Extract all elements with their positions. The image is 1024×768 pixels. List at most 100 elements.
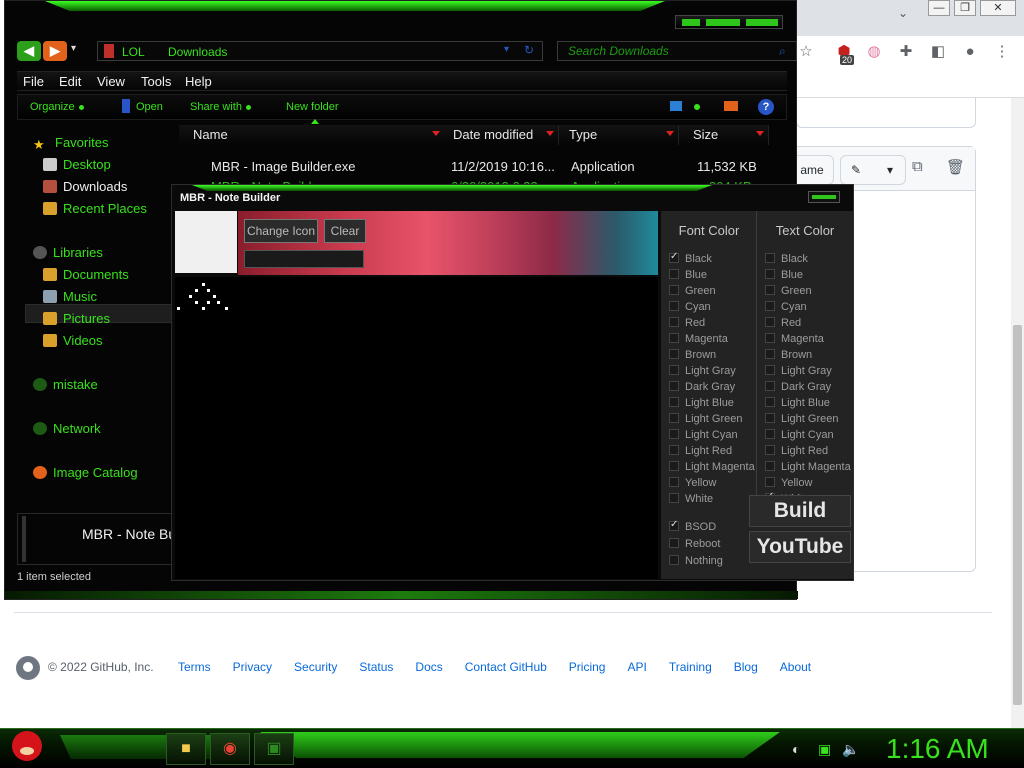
refresh-icon[interactable]: ↻ [524,43,534,57]
text-color-checkbox[interactable]: Yellow [765,477,812,491]
checkbox-box[interactable] [765,461,775,471]
column-filter-icon[interactable] [666,131,674,136]
option-nothing-checkbox[interactable]: Nothing [669,555,723,569]
text-color-checkbox[interactable]: Light Magenta [765,461,851,475]
checkbox-box[interactable] [669,269,679,279]
checkbox-box[interactable] [669,413,679,423]
font-color-checkbox[interactable]: Blue [669,269,707,283]
footer-link-contact[interactable]: Contact GitHub [465,660,547,674]
share-with-button[interactable]: Share with [190,101,251,113]
checkbox-box[interactable] [669,555,679,565]
view-icon[interactable] [670,101,682,111]
menu-icon[interactable]: ⋮ [992,42,1012,62]
puzzle-icon[interactable]: ✚ [896,42,916,62]
footer-link-pricing[interactable]: Pricing [569,660,606,674]
nav-documents[interactable]: Documents [43,267,129,287]
menu-edit[interactable]: Edit [59,74,81,89]
checkbox-box[interactable] [669,493,679,503]
copy-icon[interactable]: ⧉ [912,158,923,175]
nav-pictures[interactable]: Pictures [43,311,110,331]
column-size[interactable]: Size [679,125,769,145]
font-color-checkbox[interactable]: Light Red [669,445,732,459]
recent-pages-chevron-icon[interactable]: ▾ [71,43,76,54]
search-icon[interactable]: ⌕ [779,44,786,59]
back-button[interactable]: ◀ [17,41,41,61]
menu-view[interactable]: View [97,74,125,89]
column-filter-icon[interactable] [432,131,440,136]
checkbox-box[interactable] [765,365,775,375]
footer-link-security[interactable]: Security [294,660,337,674]
font-color-checkbox[interactable]: Magenta [669,333,728,347]
checkbox-box[interactable] [765,445,775,455]
checkbox-box[interactable] [669,477,679,487]
network-icon[interactable]: ▣ [818,741,831,758]
column-filter-icon[interactable] [756,131,764,136]
text-color-checkbox[interactable]: Black [765,253,808,267]
profile-icon[interactable]: ● [960,42,980,62]
checkbox-box[interactable] [765,253,775,263]
minimize-button[interactable]: — [928,0,950,16]
checkbox-box[interactable] [765,397,775,407]
nav-desktop[interactable]: Desktop [43,157,111,177]
address-dropdown-icon[interactable]: ▾ [504,44,509,55]
maximize-button[interactable] [706,19,740,26]
clear-button[interactable]: Clear [324,219,366,243]
option-bsod-checkbox[interactable]: BSOD [669,519,716,535]
footer-link-training[interactable]: Training [669,660,712,674]
nav-videos[interactable]: Videos [43,333,103,353]
flag-extension-icon[interactable]: ◍ [864,42,884,62]
nav-libraries[interactable]: Libraries [33,245,103,265]
clock[interactable]: 1:16 AM [886,733,989,765]
change-icon-button[interactable]: Change Icon [244,219,318,243]
checkbox-box[interactable] [765,301,775,311]
close-button[interactable] [746,19,778,26]
note-canvas[interactable] [175,277,658,579]
font-color-checkbox[interactable]: Green [669,285,716,299]
font-color-checkbox[interactable]: Black [669,251,712,267]
checkbox-box[interactable] [765,413,775,423]
build-button[interactable]: Build [749,495,851,527]
checkbox-box[interactable] [765,269,775,279]
font-color-checkbox[interactable]: Dark Gray [669,381,735,395]
footer-link-api[interactable]: API [627,660,646,674]
font-color-checkbox[interactable]: Yellow [669,477,716,491]
taskbar-chrome[interactable]: ◉ [210,733,250,765]
taskbar-explorer[interactable]: ■ [166,733,206,765]
footer-link-docs[interactable]: Docs [415,660,442,674]
nav-mistake[interactable]: mistake [33,377,98,397]
checkbox-box[interactable] [669,519,679,531]
checkbox-box[interactable] [765,317,775,327]
youtube-button[interactable]: YouTube [749,531,851,563]
note-title-field[interactable] [244,250,364,268]
checkbox-box[interactable] [669,301,679,311]
menu-tools[interactable]: Tools [141,74,171,89]
checkbox-box[interactable] [765,333,775,343]
maximize-button[interactable]: ❐ [954,0,976,16]
trash-icon[interactable]: 🗑 [946,158,965,176]
font-color-checkbox[interactable]: Light Magenta [669,461,755,475]
checkbox-box[interactable] [669,397,679,407]
star-icon[interactable]: ☆ [796,42,816,62]
checkbox-box[interactable] [765,381,775,391]
edit-button[interactable]: ✎ ▾ [840,155,906,185]
preview-pane-icon[interactable] [724,101,738,111]
font-color-checkbox[interactable]: Red [669,317,705,331]
text-color-checkbox[interactable]: Magenta [765,333,824,347]
scrollbar-thumb[interactable] [1013,325,1022,705]
font-color-checkbox[interactable]: Light Cyan [669,429,738,443]
text-color-checkbox[interactable]: Light Red [765,445,828,459]
footer-link-about[interactable]: About [780,660,811,674]
taskbar-app[interactable]: ▣ [254,733,294,765]
nav-favorites[interactable]: ★ Favorites [33,135,108,155]
nav-network[interactable]: Network [33,421,101,441]
menu-file[interactable]: File [23,74,44,89]
font-color-checkbox[interactable]: Brown [669,349,716,363]
footer-link-terms[interactable]: Terms [178,660,211,674]
checkbox-box[interactable] [669,349,679,359]
column-type[interactable]: Type [559,125,679,145]
checkbox-box[interactable] [669,538,679,548]
checkbox-box[interactable] [669,251,679,263]
nav-music[interactable]: Music [43,289,97,309]
text-color-checkbox[interactable]: Light Green [765,413,838,427]
font-color-checkbox[interactable]: Cyan [669,301,711,315]
